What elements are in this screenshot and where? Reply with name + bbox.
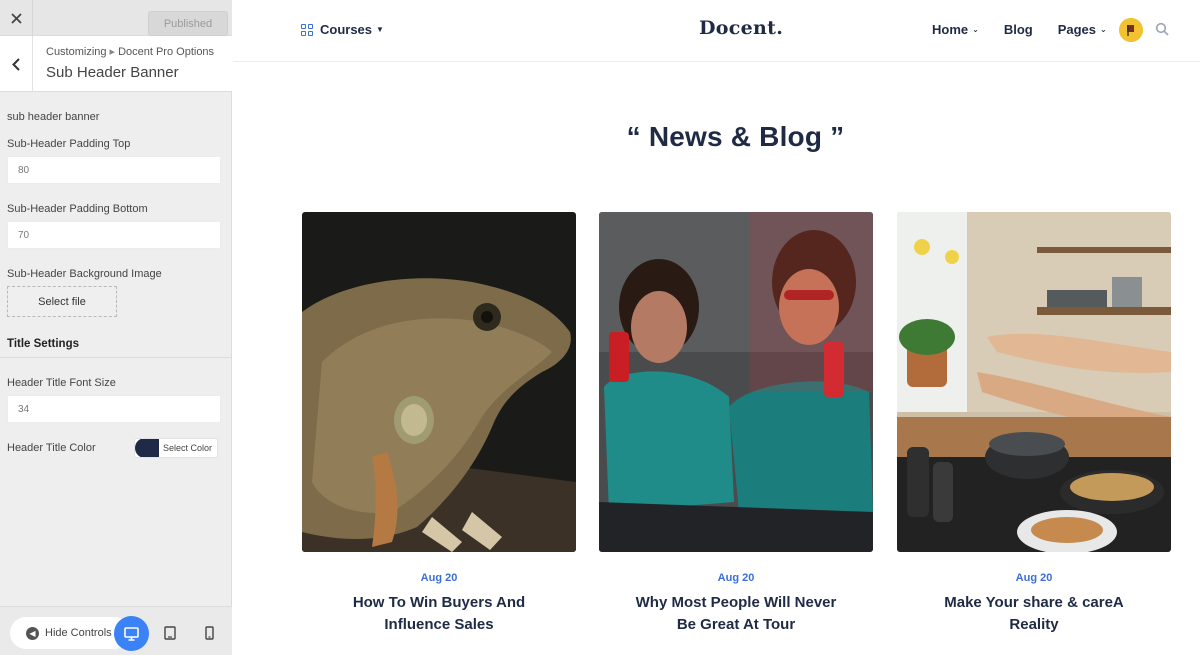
nav-pages-label: Pages <box>1057 22 1097 37</box>
chevron-down-icon: ⌄ <box>1100 25 1107 34</box>
breadcrumb-root: Customizing <box>46 46 107 58</box>
hide-controls-label: Hide Controls <box>45 627 112 639</box>
section-label: sub header banner <box>7 111 100 123</box>
padding-bottom-label: Sub-Header Padding Bottom <box>7 203 148 215</box>
blog-card: Aug 20 Make Your share & careA Reality <box>897 212 1171 636</box>
select-file-button[interactable]: Select file <box>7 286 117 317</box>
preview-mobile-button[interactable] <box>200 624 218 642</box>
page-title: “ News & Blog ” <box>626 121 845 152</box>
nav-blog[interactable]: Blog <box>1004 22 1033 37</box>
back-button[interactable] <box>0 36 33 92</box>
select-color-label: Select Color <box>163 443 213 453</box>
post-title-link[interactable]: Why Most People Will Never Be Great At T… <box>599 592 873 636</box>
user-avatar[interactable] <box>1119 18 1143 42</box>
post-date: Aug 20 <box>1015 572 1053 584</box>
section-title: Sub Header Banner <box>46 64 179 81</box>
customizer-topbar: Published <box>0 0 232 36</box>
font-size-input[interactable]: 34 <box>7 395 221 423</box>
blog-card: Aug 20 Why Most People Will Never Be Gre… <box>599 212 873 636</box>
desktop-icon <box>124 626 139 641</box>
hide-controls-button[interactable]: ◀ Hide Controls <box>10 617 130 649</box>
font-size-label: Header Title Font Size <box>7 377 116 389</box>
publish-button[interactable]: Published <box>148 11 228 36</box>
breadcrumb-separator: ▸ <box>109 46 116 58</box>
nav-pages[interactable]: Pages ⌄ <box>1058 22 1107 37</box>
close-customizer-button[interactable] <box>0 0 33 36</box>
courses-label: Courses <box>320 22 373 37</box>
post-title-link[interactable]: Make Your share & careA Reality <box>897 592 1171 636</box>
background-image-label: Sub-Header Background Image <box>7 268 162 280</box>
breadcrumb: Customizing ▸ Docent Pro Options <box>46 45 214 58</box>
chevron-left-icon <box>12 57 20 71</box>
nav-home-label: Home <box>932 22 969 37</box>
title-color-label: Header Title Color <box>7 442 96 454</box>
select-color-button[interactable]: Select Color <box>134 438 218 458</box>
nav-home[interactable]: Home ⌄ <box>932 22 979 37</box>
post-image-kitchen[interactable] <box>897 212 1171 552</box>
section-header: Customizing ▸ Docent Pro Options Sub Heade… <box>0 36 232 92</box>
customizer-footer: ◀ Hide Controls <box>0 606 232 655</box>
main-nav: Home ⌄ Blog Pages ⌄ <box>932 22 1107 37</box>
blog-card: Aug 20 How To Win Buyers And Influence S… <box>302 212 576 636</box>
divider <box>0 357 232 358</box>
tablet-icon <box>164 626 176 640</box>
close-icon <box>10 12 22 24</box>
post-title-link[interactable]: How To Win Buyers And Influence Sales <box>302 592 576 636</box>
breadcrumb-parent: Docent Pro Options <box>118 46 215 58</box>
post-image-iguana[interactable] <box>302 212 576 552</box>
caret-down-icon: ▼ <box>376 25 384 34</box>
preview-desktop-button[interactable] <box>114 616 149 651</box>
post-date: Aug 20 <box>717 572 755 584</box>
preview-tablet-button[interactable] <box>161 624 179 642</box>
padding-top-input[interactable]: 80 <box>7 156 221 184</box>
kitchen-cooking-photo <box>897 212 1171 552</box>
site-logo[interactable]: Docent. <box>699 17 783 39</box>
post-date: Aug 20 <box>420 572 458 584</box>
chevron-down-icon: ⌄ <box>972 25 979 34</box>
search-icon[interactable] <box>1155 22 1169 36</box>
post-image-friends[interactable] <box>599 212 873 552</box>
avatar-icon <box>1119 18 1143 42</box>
grid-icon <box>301 23 313 36</box>
color-swatch <box>135 439 159 457</box>
women-drinking-soda-photo <box>599 212 873 552</box>
customizer-sidebar: Published Customizing ▸ Docent Pro Options… <box>0 0 232 655</box>
courses-menu[interactable]: Courses ▼ <box>301 22 384 37</box>
iguana-photo <box>302 212 576 552</box>
padding-top-label: Sub-Header Padding Top <box>7 138 131 150</box>
mobile-icon <box>204 626 214 640</box>
title-settings-heading: Title Settings <box>7 338 79 350</box>
site-preview: Courses ▼ Docent. Home ⌄ Blog Pages ⌄ “ Ne… <box>233 0 1200 655</box>
arrow-left-circle-icon: ◀ <box>26 626 39 640</box>
site-header: Courses ▼ Docent. Home ⌄ Blog Pages ⌄ <box>233 0 1200 62</box>
padding-bottom-input[interactable]: 70 <box>7 221 221 249</box>
